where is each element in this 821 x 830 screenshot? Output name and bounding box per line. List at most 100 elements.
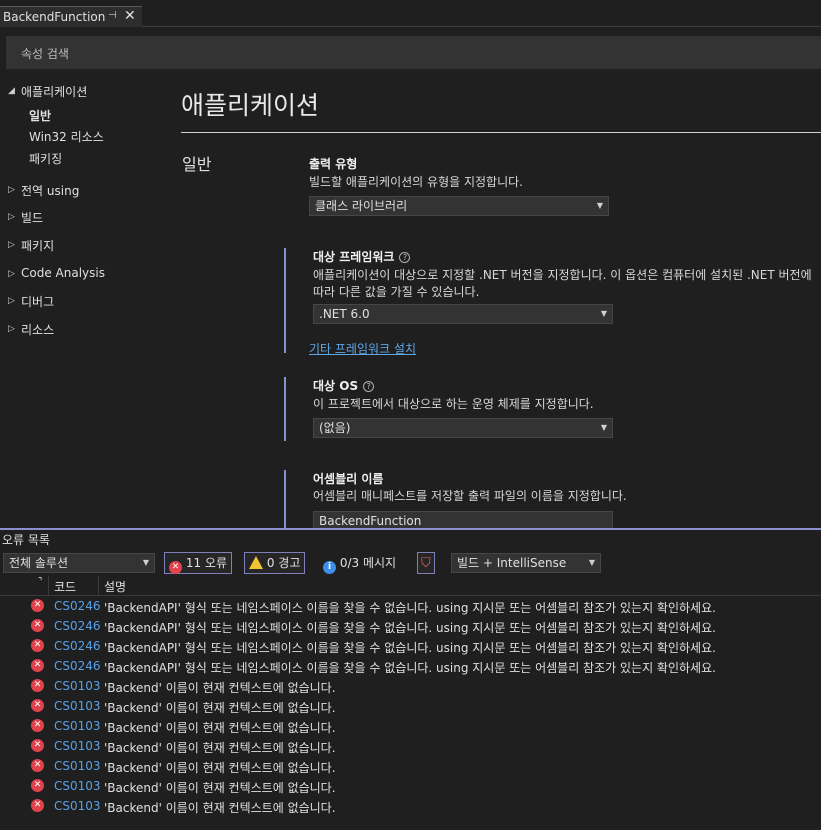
error-list-title: 오류 목록 — [2, 533, 50, 547]
close-icon[interactable]: ✕ — [124, 8, 136, 24]
assembly-name-input[interactable]: BackendFunction — [313, 511, 613, 528]
table-row[interactable]: ✕ CS0246 'BackendAPI' 형식 또는 네임스페이스 이름을 찾을 … — [0, 657, 821, 677]
column-header-code[interactable]: 코드 — [54, 578, 76, 595]
modified-indicator-bar — [284, 248, 286, 353]
expanded-arrow-icon[interactable]: ◢ — [8, 86, 15, 96]
table-row[interactable]: ✕ CS0103 'Backend' 이름이 현재 컨텍스트에 없습니다. — [0, 677, 821, 697]
source-dropdown[interactable]: 빌드 + IntelliSense ▼ — [451, 553, 601, 573]
error-code-link[interactable]: CS0246 — [54, 599, 101, 613]
modified-indicator-bar — [284, 377, 286, 441]
collapsed-arrow-icon[interactable]: ▷ — [8, 212, 15, 222]
filter-toggle-button[interactable]: ⛉ — [417, 552, 435, 574]
section-label-general: 일반 — [182, 155, 212, 174]
modified-indicator-bar — [284, 470, 286, 528]
table-row[interactable]: ✕ CS0246 'BackendAPI' 형식 또는 네임스페이스 이름을 찾을 … — [0, 617, 821, 637]
target-os-value: (없음) — [319, 421, 351, 435]
warnings-filter-button[interactable]: 0 경고 — [244, 552, 306, 574]
help-icon: ? — [363, 381, 375, 392]
error-description: 'BackendAPI' 형식 또는 네임스페이스 이름을 찾을 수 없습니다.… — [104, 601, 716, 615]
nav-item-packaging[interactable]: 패키징 — [29, 150, 62, 167]
warnings-count-label: 0 경고 — [266, 556, 301, 570]
install-other-frameworks-link[interactable]: 기타 프레임워크 설치 — [309, 340, 416, 357]
error-code-link[interactable]: CS0103 — [54, 799, 101, 813]
error-icon: ✕ — [31, 719, 44, 732]
column-separator — [48, 576, 49, 595]
nav-group-build[interactable]: 빌드 — [21, 209, 43, 226]
errors-filter-button[interactable]: ✕ 11 오류 — [164, 552, 232, 574]
collapsed-arrow-icon[interactable]: ▷ — [8, 269, 15, 279]
property-search-box[interactable]: 속성 검색 — [6, 36, 821, 69]
error-code-link[interactable]: CS0103 — [54, 759, 101, 773]
error-description: 'Backend' 이름이 현재 컨텍스트에 없습니다. — [104, 681, 336, 695]
table-row[interactable]: ✕ CS0103 'Backend' 이름이 현재 컨텍스트에 없습니다. — [0, 797, 821, 817]
column-separator — [98, 576, 99, 595]
error-description: 'BackendAPI' 형식 또는 네임스페이스 이름을 찾을 수 없습니다.… — [104, 641, 716, 655]
target-framework-dropdown[interactable]: .NET 6.0 ▼ — [313, 304, 613, 324]
scope-dropdown[interactable]: 전체 솔루션 ▼ — [3, 553, 155, 573]
error-code-link[interactable]: CS0246 — [54, 619, 101, 633]
error-icon: ✕ — [31, 739, 44, 752]
target-os-description: 이 프로젝트에서 대상으로 하는 운영 체제를 지정합니다. — [313, 397, 594, 411]
collapsed-arrow-icon[interactable]: ▷ — [8, 324, 15, 334]
assembly-name-value: BackendFunction — [319, 514, 422, 528]
error-description: 'Backend' 이름이 현재 컨텍스트에 없습니다. — [104, 741, 336, 755]
error-icon: ✕ — [31, 679, 44, 692]
nav-group-debug[interactable]: 디버그 — [21, 293, 54, 310]
table-row[interactable]: ✕ CS0103 'Backend' 이름이 현재 컨텍스트에 없습니다. — [0, 777, 821, 797]
error-code-link[interactable]: CS0246 — [54, 659, 101, 673]
table-row[interactable]: ✕ CS0246 'BackendAPI' 형식 또는 네임스페이스 이름을 찾을 … — [0, 597, 821, 617]
column-header-description[interactable]: 설명 — [104, 578, 126, 595]
chevron-down-icon: ▼ — [600, 309, 607, 318]
filter-icon: ⛉ — [421, 556, 431, 571]
nav-group-package[interactable]: 패키지 — [21, 237, 54, 254]
table-row[interactable]: ✕ CS0103 'Backend' 이름이 현재 컨텍스트에 없습니다. — [0, 757, 821, 777]
error-code-link[interactable]: CS0246 — [54, 639, 101, 653]
error-icon: ✕ — [31, 759, 44, 772]
error-list-column-header: ⌝ 코드 설명 — [0, 576, 821, 596]
nav-group-application[interactable]: 애플리케이션 — [21, 83, 87, 100]
output-type-dropdown[interactable]: 클래스 라이브러리 ▼ — [309, 196, 609, 216]
property-search-placeholder: 속성 검색 — [21, 47, 69, 61]
document-tab-title[interactable]: BackendFunction — [3, 10, 105, 24]
table-row[interactable]: ✕ CS0103 'Backend' 이름이 현재 컨텍스트에 없습니다. — [0, 717, 821, 737]
document-tabstrip: BackendFunction ⊣ ✕ — [0, 0, 821, 27]
target-framework-value: .NET 6.0 — [319, 307, 370, 321]
table-row[interactable]: ✕ CS0246 'BackendAPI' 형식 또는 네임스페이스 이름을 찾을 … — [0, 637, 821, 657]
error-icon: ✕ — [31, 699, 44, 712]
messages-count-label: 0/3 메시지 — [339, 556, 397, 570]
messages-filter-button[interactable]: i 0/3 메시지 — [323, 552, 396, 574]
error-code-link[interactable]: CS0103 — [54, 719, 101, 733]
sort-icon[interactable]: ⌝ — [38, 577, 42, 587]
target-framework-description: 애플리케이션이 대상으로 지정할 .NET 버전을 지정합니다. 이 옵션은 컴… — [313, 268, 812, 299]
table-row[interactable]: ✕ CS0103 'Backend' 이름이 현재 컨텍스트에 없습니다. — [0, 697, 821, 717]
target-os-dropdown[interactable]: (없음) ▼ — [313, 418, 613, 438]
pin-icon[interactable]: ⊣ — [108, 10, 117, 21]
panel-active-border — [0, 528, 821, 530]
error-code-link[interactable]: CS0103 — [54, 779, 101, 793]
nav-group-global-using[interactable]: 전역 using — [21, 182, 79, 199]
nav-group-resources[interactable]: 리소스 — [21, 321, 54, 338]
error-code-link[interactable]: CS0103 — [54, 739, 101, 753]
collapsed-arrow-icon[interactable]: ▷ — [8, 240, 15, 250]
output-type-title: 출력 유형 — [309, 157, 358, 171]
errors-count-label: 11 오류 — [185, 556, 227, 570]
error-code-link[interactable]: CS0103 — [54, 699, 101, 713]
error-icon: ✕ — [31, 619, 44, 632]
source-value: 빌드 + IntelliSense — [457, 556, 567, 570]
error-code-link[interactable]: CS0103 — [54, 679, 101, 693]
target-os-title: 대상 OS? — [313, 377, 375, 394]
error-description: 'Backend' 이름이 현재 컨텍스트에 없습니다. — [104, 781, 336, 795]
error-icon: ✕ — [31, 779, 44, 792]
nav-group-code-analysis[interactable]: Code Analysis — [21, 266, 105, 280]
info-icon: i — [323, 561, 336, 574]
document-tab[interactable]: BackendFunction ⊣ ✕ — [0, 6, 142, 27]
nav-item-general[interactable]: 일반 — [29, 107, 51, 124]
error-icon: ✕ — [169, 561, 182, 574]
title-divider — [181, 132, 821, 133]
chevron-down-icon: ▼ — [600, 423, 607, 432]
table-row[interactable]: ✕ CS0103 'Backend' 이름이 현재 컨텍스트에 없습니다. — [0, 737, 821, 757]
collapsed-arrow-icon[interactable]: ▷ — [8, 185, 15, 195]
collapsed-arrow-icon[interactable]: ▷ — [8, 296, 15, 306]
nav-item-win32-resources[interactable]: Win32 리소스 — [29, 128, 104, 145]
error-icon: ✕ — [31, 799, 44, 812]
